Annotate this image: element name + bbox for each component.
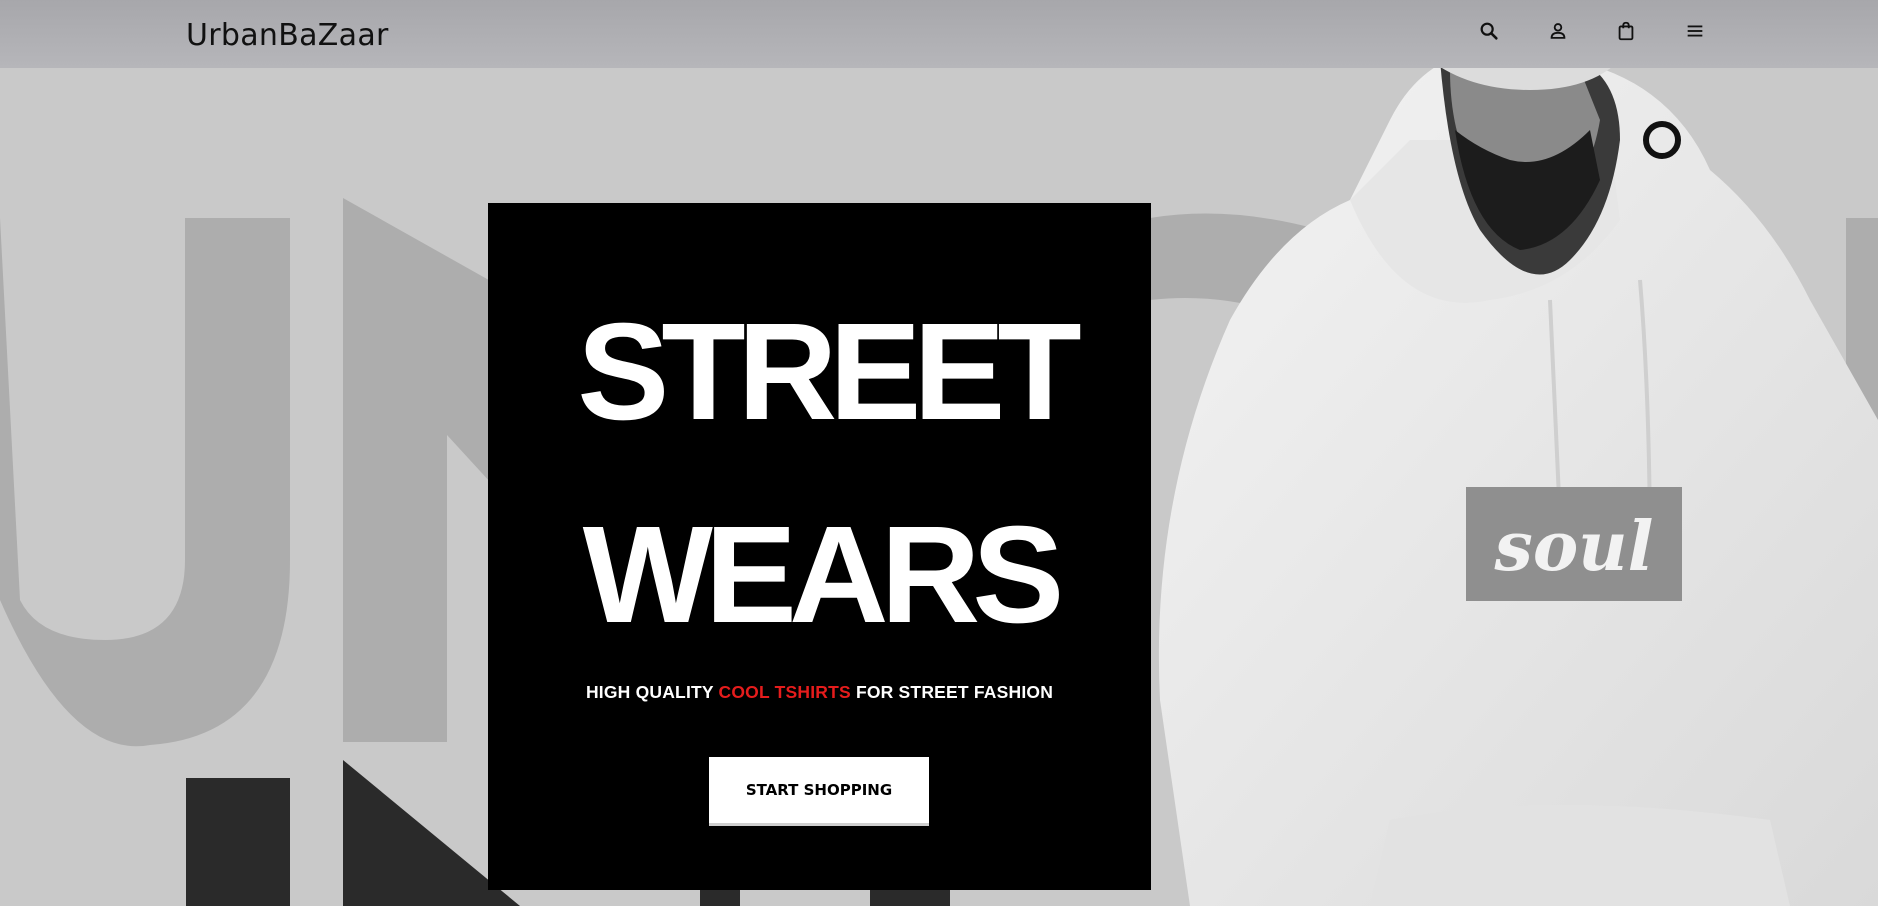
site-header: UrbanBaZaar <box>0 0 1878 68</box>
hero-title-line-1: STREET <box>577 295 1081 449</box>
hero-card: STREET WEARS HIGH QUALITY COOL TSHIRTS F… <box>488 203 1151 890</box>
menu-icon[interactable] <box>1661 16 1730 46</box>
search-icon[interactable] <box>1455 16 1524 46</box>
hoodie-print-text: soul <box>1494 507 1654 587</box>
tagline-accent: COOL TSHIRTS <box>718 682 851 702</box>
hero-title-line-2: WEARS <box>582 498 1065 652</box>
user-icon[interactable] <box>1524 16 1593 46</box>
start-shopping-button[interactable]: START SHOPPING <box>709 757 929 826</box>
tagline-text-post: FOR STREET FASHION <box>850 682 1054 702</box>
shopping-bag-icon[interactable] <box>1592 16 1661 46</box>
hero-tagline: HIGH QUALITY COOL TSHIRTS FOR STREET FAS… <box>488 682 1151 703</box>
hero-model-photo: soul <box>1150 0 1878 906</box>
tagline-text-pre: HIGH QUALITY <box>585 682 719 702</box>
site-logo[interactable]: UrbanBaZaar <box>186 18 389 53</box>
header-nav-icons <box>1455 16 1729 46</box>
